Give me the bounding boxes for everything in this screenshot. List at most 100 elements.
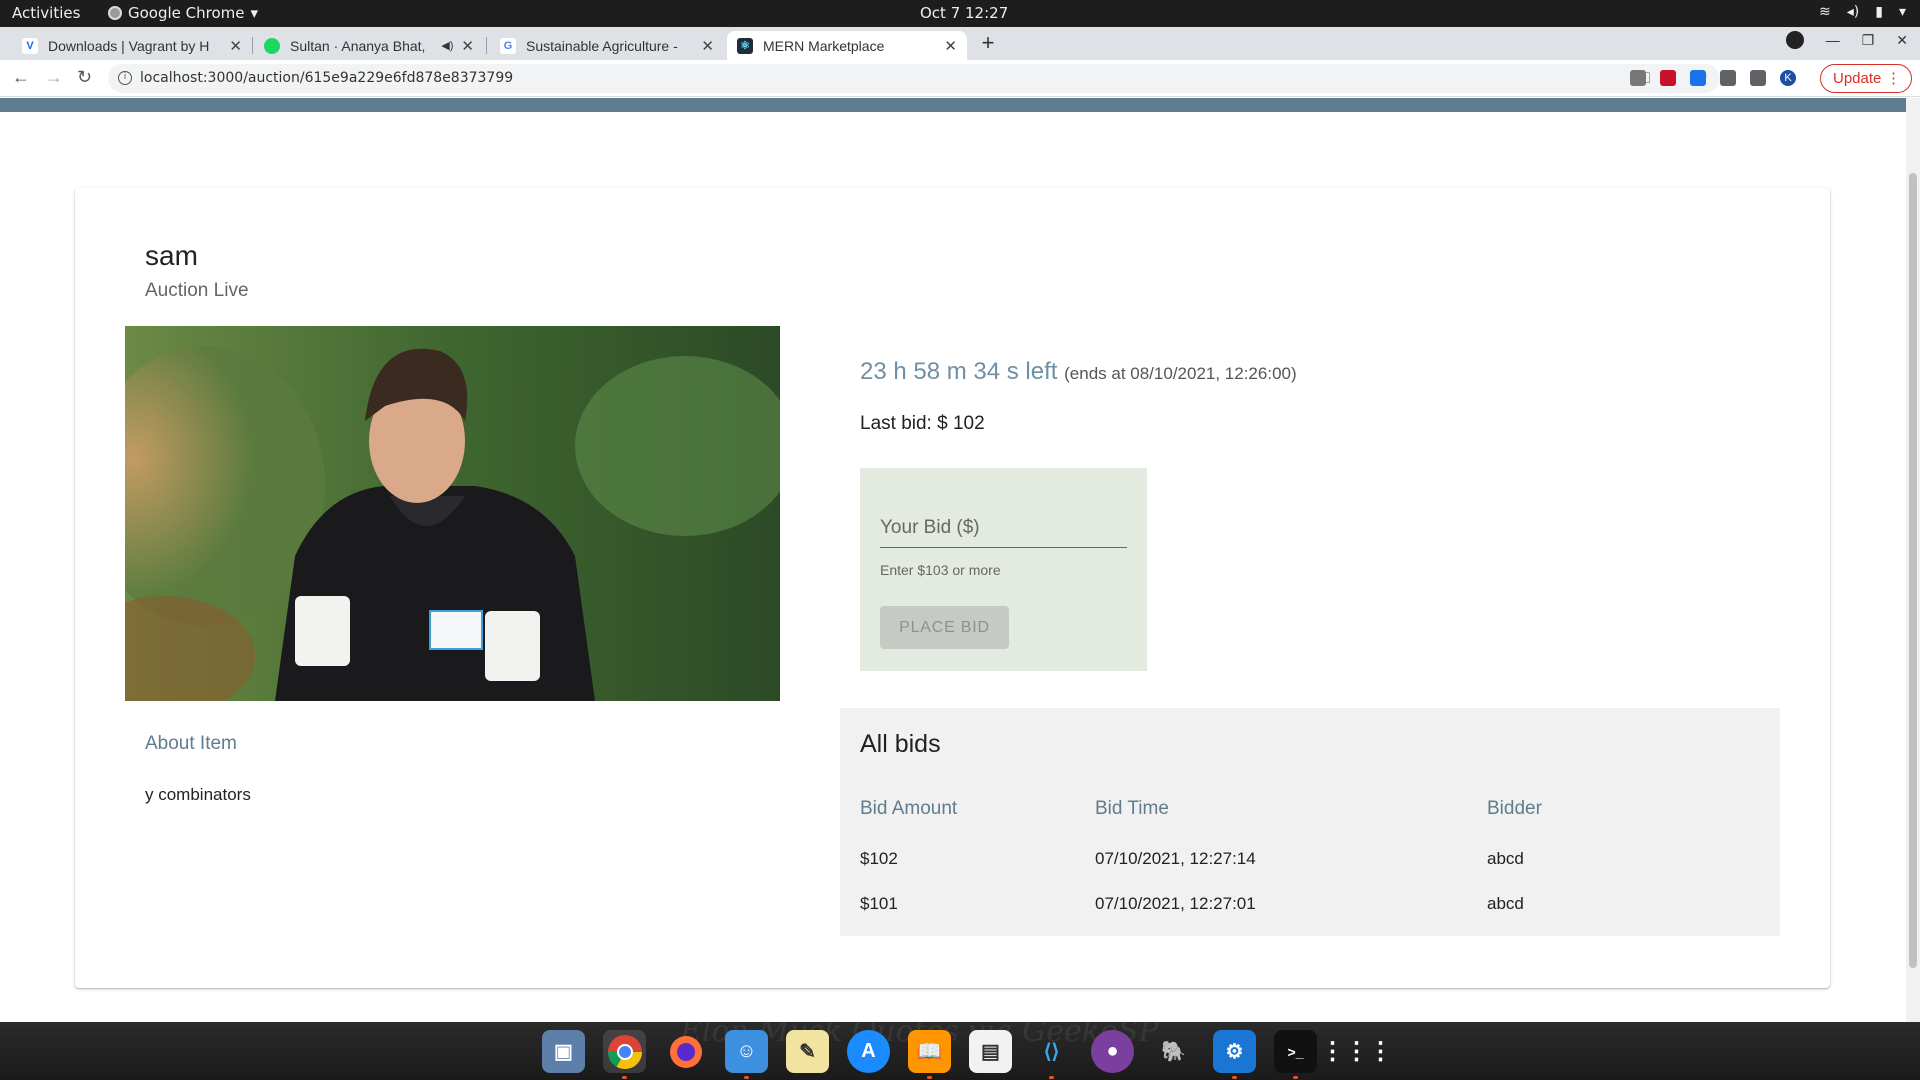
item-photo <box>125 326 780 701</box>
address-bar[interactable]: i localhost:3000/auction/615e9a229e6fd87… <box>108 64 1720 93</box>
time-left: 23 h 58 m 34 s left <box>860 358 1058 385</box>
column-header-amount: Bid Amount <box>860 798 958 819</box>
tab-spotify[interactable]: Sultan · Ananya Bhat, ◀) ✕ <box>254 31 484 60</box>
tab-search-icon[interactable] <box>1785 31 1804 49</box>
kebab-menu-icon[interactable]: ⋮ <box>1886 65 1901 92</box>
chevron-down-icon: ▾ <box>1898 4 1906 20</box>
dock: Elon Musk Quotes via GeekoSP ▣ ☺ ✎ A 📖 ▤… <box>0 1014 1920 1080</box>
scrollbar-thumb[interactable] <box>1909 173 1917 968</box>
vscode-icon[interactable]: ⟨⟩ <box>1030 1030 1073 1079</box>
close-icon[interactable]: ✕ <box>229 37 242 55</box>
puzzle-icon[interactable] <box>1720 70 1736 86</box>
extension-red-icon[interactable] <box>1660 70 1676 86</box>
minimize-icon[interactable]: — <box>1826 32 1840 48</box>
forward-icon[interactable]: → <box>45 67 63 88</box>
system-clock[interactable]: Oct 7 12:27 <box>920 4 1008 22</box>
tab-title: Sustainable Agriculture - <box>526 37 678 54</box>
app-grid-icon[interactable]: ⋮⋮⋮ <box>1321 1030 1393 1073</box>
system-tray[interactable]: ≋ ◂) ▮ ▾ <box>1819 4 1906 20</box>
window-controls: — ❐ ✕ <box>1785 31 1908 49</box>
tab-mern-marketplace[interactable]: ⚛ MERN Marketplace ✕ <box>727 31 967 60</box>
browser-tab-strip: V Downloads | Vagrant by H ✕ Sultan · An… <box>0 27 1920 60</box>
restore-icon[interactable]: ❐ <box>1862 32 1875 49</box>
browser-toolbar: ← → ↻ i localhost:3000/auction/615e9a229… <box>0 60 1920 97</box>
place-bid-button[interactable]: PLACE BID <box>880 606 1009 649</box>
column-header-time: Bid Time <box>1095 798 1169 819</box>
bids-table-title: All bids <box>860 730 941 758</box>
battery-icon: ▮ <box>1875 4 1883 20</box>
bid-form: Enter $103 or more PLACE BID <box>860 468 1147 671</box>
tab-divider <box>252 37 253 54</box>
running-indicator <box>1232 1076 1237 1079</box>
github-icon[interactable]: ● <box>1091 1030 1134 1073</box>
chrome-icon[interactable] <box>603 1030 646 1079</box>
activities-button[interactable]: Activities <box>12 4 80 22</box>
wifi-icon: ≋ <box>1819 4 1831 20</box>
close-window-icon[interactable]: ✕ <box>1896 32 1908 49</box>
auction-countdown: 23 h 58 m 34 s left (ends at 08/10/2021,… <box>860 358 1297 386</box>
tab-title: Sultan · Ananya Bhat, <box>290 37 426 54</box>
spotify-icon <box>264 37 280 54</box>
speaker-icon: ◀) <box>441 40 454 52</box>
running-indicator <box>1293 1076 1298 1079</box>
extension-blue-icon[interactable] <box>1690 70 1706 86</box>
auction-status: Auction Live <box>145 280 249 301</box>
reload-icon[interactable]: ↻ <box>77 67 92 88</box>
info-icon[interactable]: i <box>118 71 132 85</box>
auction-card: sam Auction Live About Item y combinator… <box>75 188 1830 988</box>
about-item-heading: About Item <box>145 733 237 754</box>
back-icon[interactable]: ← <box>12 67 30 88</box>
app-menu[interactable]: Google Chrome ▾ <box>108 4 258 22</box>
tab-vagrant[interactable]: V Downloads | Vagrant by H ✕ <box>12 31 252 60</box>
bid-time-cell: 07/10/2021, 12:27:14 <box>1095 849 1256 868</box>
update-button[interactable]: Update ⋮ <box>1820 64 1912 93</box>
column-header-bidder: Bidder <box>1487 798 1542 819</box>
react-icon: ⚛ <box>737 37 753 54</box>
bid-input[interactable] <box>880 512 1127 544</box>
app-menu-label: Google Chrome <box>128 4 245 22</box>
chrome-small-icon <box>108 6 122 20</box>
files-icon[interactable]: ☺ <box>725 1030 768 1079</box>
reading-list-icon[interactable] <box>1750 70 1766 86</box>
url-text[interactable]: localhost:3000/auction/615e9a229e6fd878e… <box>140 70 513 86</box>
profile-avatar[interactable]: K <box>1780 70 1796 86</box>
update-label: Update <box>1833 70 1882 87</box>
bid-field[interactable] <box>880 512 1127 548</box>
tab-title: Downloads | Vagrant by H <box>48 37 210 54</box>
tab-google-search[interactable]: G Sustainable Agriculture - ✕ <box>490 31 724 60</box>
running-indicator <box>927 1076 932 1079</box>
page-viewport: sam Auction Live About Item y combinator… <box>0 98 1906 1022</box>
firefox-icon[interactable] <box>664 1030 707 1073</box>
bids-table: All bids Bid Amount Bid Time Bidder $102… <box>840 708 1780 936</box>
terminal-icon[interactable]: >_ <box>1274 1030 1317 1079</box>
running-indicator <box>622 1076 627 1079</box>
google-icon: G <box>500 37 516 54</box>
shotwell-icon[interactable]: ▣ <box>542 1030 585 1073</box>
running-indicator <box>744 1076 749 1079</box>
item-title: sam <box>145 240 198 271</box>
text-editor-icon[interactable]: ▤ <box>969 1030 1012 1073</box>
page-scrollbar[interactable] <box>1906 98 1920 1022</box>
dock-icons: ▣ ☺ ✎ A 📖 ▤ ⟨⟩ ● 🐘 ⚙ >_ ⋮⋮⋮ <box>542 1030 1393 1079</box>
camera-icon[interactable] <box>1630 70 1646 86</box>
extensions-area: K <box>1630 70 1796 86</box>
new-tab-button[interactable]: + <box>975 31 1001 57</box>
monitor-icon[interactable]: ⚙ <box>1213 1030 1256 1079</box>
vagrant-icon: V <box>22 37 38 54</box>
postgres-icon[interactable]: 🐘 <box>1152 1030 1195 1073</box>
app-store-icon[interactable]: A <box>847 1030 890 1073</box>
bid-helper-text: Enter $103 or more <box>880 562 1001 578</box>
chevron-down-icon: ▾ <box>250 4 259 22</box>
bidder-cell: abcd <box>1487 849 1524 868</box>
close-icon[interactable]: ✕ <box>461 37 474 55</box>
close-icon[interactable]: ✕ <box>944 37 957 55</box>
bid-amount-cell: $102 <box>860 849 898 868</box>
notes-icon[interactable]: ✎ <box>786 1030 829 1073</box>
about-item-text: y combinators <box>145 785 251 804</box>
running-indicator <box>1049 1076 1054 1079</box>
tab-divider <box>486 37 487 54</box>
close-icon[interactable]: ✕ <box>701 37 714 55</box>
system-top-bar: Activities Google Chrome ▾ Oct 7 12:27 ≋… <box>0 0 1920 27</box>
books-icon[interactable]: 📖 <box>908 1030 951 1079</box>
volume-icon: ◂) <box>1846 4 1860 20</box>
